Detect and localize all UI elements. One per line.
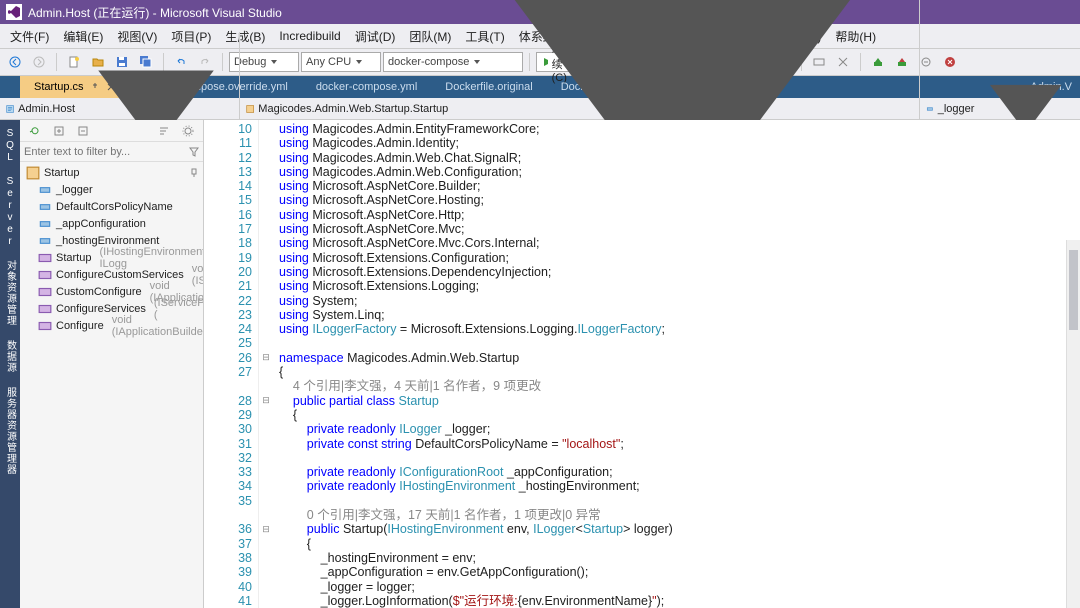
outline-label: Startup [56, 252, 91, 264]
collapsed-panel-tab[interactable]: SQL Server 对象资源管理 [3, 122, 18, 332]
sync-icon[interactable] [24, 120, 46, 142]
filter-input[interactable] [20, 146, 185, 158]
outline-node[interactable]: _appConfiguration [20, 215, 203, 232]
expand-icon[interactable] [48, 120, 70, 142]
file-structure-panel: Startup _logger DefaultCorsPolicyName _appC… [20, 120, 204, 608]
outline-tree: Startup _logger DefaultCorsPolicyName _appC… [20, 162, 203, 608]
outline-filter[interactable] [20, 142, 203, 162]
pin-icon[interactable] [189, 168, 199, 178]
method-icon [38, 268, 52, 282]
method-icon [38, 285, 52, 299]
outline-label: Startup [44, 167, 79, 179]
method-icon [38, 319, 52, 333]
outline-toolbar [20, 120, 203, 142]
vs-logo-icon [6, 4, 22, 20]
outline-signature: (IHostingEnvironment, ILogg [99, 246, 203, 270]
outline-sort-icon[interactable] [153, 120, 175, 142]
outline-node[interactable]: Startup [20, 164, 203, 181]
collapsed-panel-tab[interactable]: 数据源 [3, 334, 18, 379]
field-icon [38, 234, 52, 248]
filter-icon[interactable] [185, 143, 203, 161]
outline-node[interactable]: DefaultCorsPolicyName [20, 198, 203, 215]
collapsed-panel-tab[interactable]: 服务器资源管理器 [3, 381, 18, 481]
line-gutter: 1011121314151617181920212223242526272829… [204, 120, 259, 608]
outline-label: DefaultCorsPolicyName [56, 201, 173, 213]
outline-node[interactable]: _logger [20, 181, 203, 198]
scrollbar-thumb[interactable] [1069, 250, 1078, 330]
field-icon [38, 217, 52, 231]
outline-label: _appConfiguration [56, 218, 146, 230]
code-nav-bar: Admin.Host Magicodes.Admin.Web.Startup.S… [0, 98, 1080, 120]
outline-signature: void (IApplicationBuilder, [112, 314, 203, 338]
left-toolstrip: SQL Server 对象资源管理数据源服务器资源管理器 [0, 120, 20, 608]
field-icon [38, 183, 52, 197]
code-area[interactable]: using Magicodes.Admin.EntityFrameworkCor… [273, 120, 1080, 608]
fold-gutter[interactable]: ⊟⊟⊟ [259, 120, 273, 608]
collapse-icon[interactable] [72, 120, 94, 142]
code-editor[interactable]: 1011121314151617181920212223242526272829… [204, 120, 1080, 608]
outline-node[interactable]: Configurevoid (IApplicationBuilder, [20, 317, 203, 334]
method-icon [38, 302, 52, 316]
main-area: SQL Server 对象资源管理数据源服务器资源管理器 Startup _log… [0, 120, 1080, 608]
method-icon [38, 251, 52, 265]
outline-label: CustomConfigure [56, 286, 142, 298]
outline-label: _logger [56, 184, 93, 196]
outline-node[interactable]: Startup(IHostingEnvironment, ILogg [20, 249, 203, 266]
vertical-scrollbar[interactable] [1066, 240, 1080, 608]
outline-settings-icon[interactable] [177, 120, 199, 142]
field-icon [38, 200, 52, 214]
outline-label: Configure [56, 320, 104, 332]
class-icon [26, 166, 40, 180]
